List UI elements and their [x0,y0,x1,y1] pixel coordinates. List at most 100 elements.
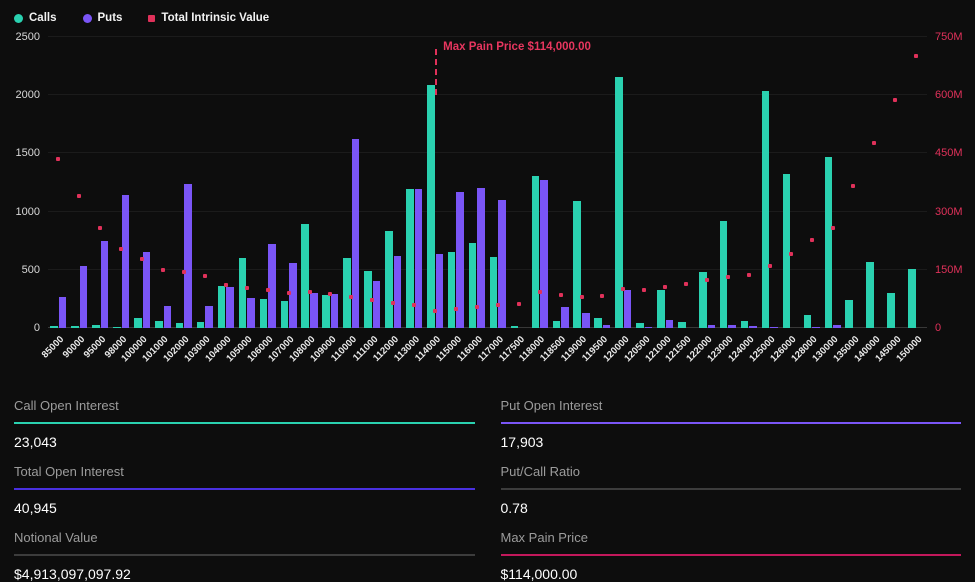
call-bar [908,269,916,328]
put-bar [268,244,276,328]
stat-max-pain-price: Max Pain Price$114,000.00 [501,522,962,582]
calls-marker-icon [14,14,23,23]
stat-accent-rule [14,422,475,424]
chart-column [906,37,927,328]
stat-label: Notional Value [14,530,475,545]
chart-column [90,37,111,328]
chart-column [592,37,613,328]
chart-column [634,37,655,328]
chart-column [215,37,236,328]
left-axis-tick: 2000 [16,89,40,101]
call-bar [532,176,540,328]
chart-column [466,37,487,328]
call-bar [343,258,351,328]
intrinsic-value-dot [370,298,374,302]
put-bar [373,281,381,328]
legend-item-puts[interactable]: Puts [83,12,123,24]
stat-label: Total Open Interest [14,464,475,479]
put-bar [247,298,255,328]
chart-column [320,37,341,328]
call-bar [427,85,435,328]
call-bar [281,301,289,328]
put-bar [582,313,590,328]
chart-column [822,37,843,328]
chart-column [194,37,215,328]
legend-item-calls[interactable]: Calls [14,12,57,24]
intrinsic-value-dot [538,290,542,294]
call-bar [573,201,581,328]
call-bar [866,262,874,328]
right-y-axis: 0150M300M450M600M750M [927,37,969,328]
put-bar [101,241,109,328]
call-bar [155,321,163,328]
intrinsic-value-dot [831,226,835,230]
stat-accent-rule [501,422,962,424]
intrinsic-value-dot [851,184,855,188]
intrinsic-value-dot [768,264,772,268]
intrinsic-value-dot [433,309,437,313]
right-axis-tick: 0 [935,322,941,334]
chart-column [111,37,132,328]
put-bar [436,254,444,328]
intrinsic-value-dot [496,303,500,307]
intrinsic-value-dot [56,157,60,161]
put-bar [415,189,423,328]
chart-column [446,37,467,328]
put-bar [394,256,402,328]
legend-item-total-intrinsic-value[interactable]: Total Intrinsic Value [148,12,269,24]
left-axis-tick: 500 [22,264,40,276]
call-bar [553,321,561,328]
call-bar [260,299,268,328]
intrinsic-value-dot [245,286,249,290]
right-axis-tick: 750M [935,31,963,43]
chart-column [759,37,780,328]
plot-area-wrap: Max Pain Price $114,000.00 8500090000950… [48,37,927,382]
chart-column [718,37,739,328]
call-bar [134,318,142,328]
chart-column [676,37,697,328]
intrinsic-value-dot [810,238,814,242]
call-bar [239,258,247,328]
stat-put-open-interest: Put Open Interest17,903 [501,390,962,456]
intrinsic-value-dot [266,288,270,292]
chart-column [174,37,195,328]
stat-accent-rule [14,554,475,556]
intrinsic-value-dot [747,273,751,277]
intrinsic-value-dot [203,274,207,278]
chart-column [697,37,718,328]
intrinsic-value-dot [391,301,395,305]
chart-column [299,37,320,328]
call-bar [594,318,602,328]
call-bar [741,321,749,328]
right-axis-tick: 450M [935,147,963,159]
chart-column [153,37,174,328]
stat-accent-rule [501,554,962,556]
put-bar [540,180,548,328]
intrinsic-value-dot [726,275,730,279]
summary-stats-grid: Call Open Interest23,043Put Open Interes… [0,382,975,582]
call-bar [218,286,226,328]
legend-label: Puts [98,12,123,24]
put-bar [645,327,653,328]
puts-marker-icon [83,14,92,23]
call-bar [322,295,330,328]
options-open-interest-chart: 05001000150020002500 Max Pain Price $114… [0,31,975,382]
put-bar [310,293,318,328]
stat-value: 0.78 [501,500,962,516]
chart-column [508,37,529,328]
strike-label: 85000 [40,334,66,360]
stat-value: $4,913,097,097.92 [14,566,475,582]
intrinsic-value-dot [140,257,144,261]
chart-column [613,37,634,328]
put-bar [80,266,88,328]
plot-area: Max Pain Price $114,000.00 [48,37,927,328]
call-bar [448,252,456,328]
intrinsic-value-dot [412,303,416,307]
x-axis-label: 150000 [906,332,927,382]
chart-column [738,37,759,328]
call-bar [50,326,58,328]
call-bar [511,326,519,328]
put-bar [498,200,506,328]
call-bar [825,157,833,328]
call-bar [678,322,686,328]
